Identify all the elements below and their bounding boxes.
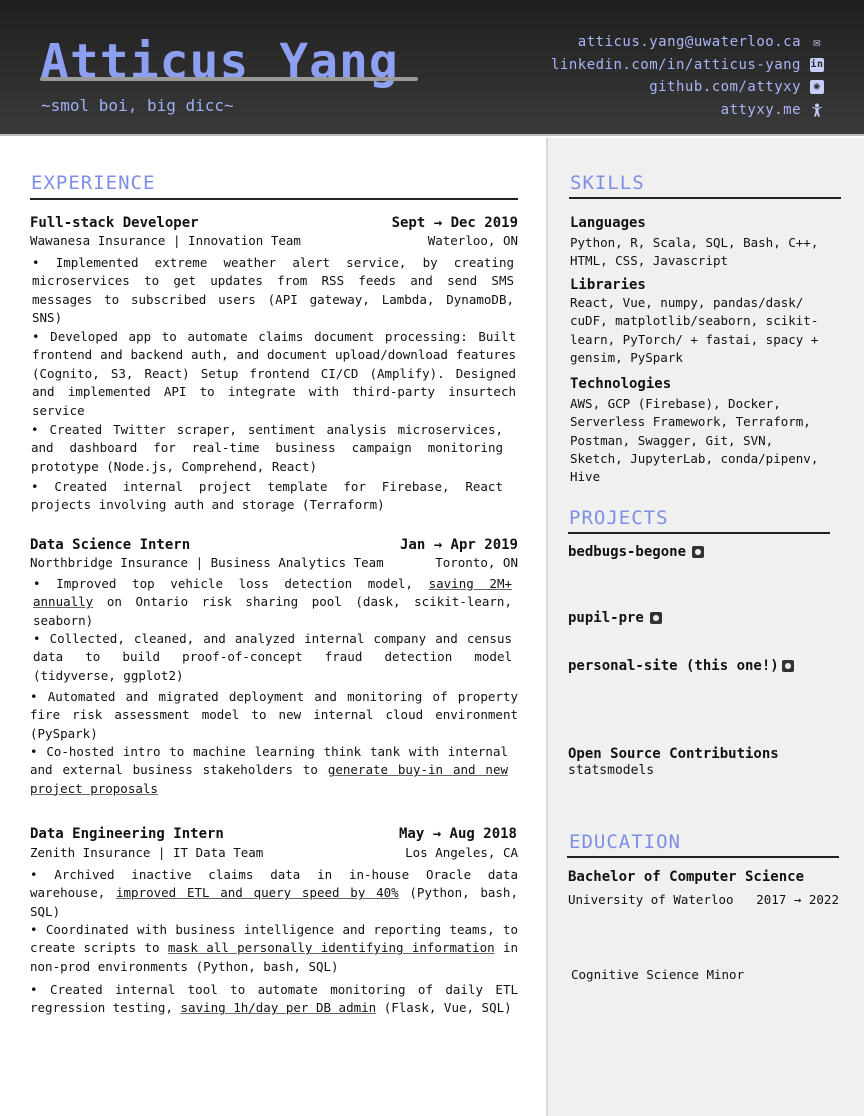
person-icon-svg [812,103,822,117]
job-location: Waterloo, ON [427,233,518,248]
contact-email-text[interactable]: atticus.yang@uwaterloo.ca [578,34,801,50]
bullet-text: • Improved top vehicle loss detection mo… [33,576,429,591]
skills-rule [569,197,841,199]
experience-title: EXPERIENCE [31,172,156,194]
contact-website[interactable]: attyxy.me [551,99,824,122]
job-role: Data Science Intern [30,537,191,553]
resume-header: Atticus Yang ~smol boi, big dicc~ atticu… [0,0,864,136]
job-bullet: • Collected, cleaned, and analyzed inter… [33,631,512,683]
job-bullet: • Created internal project template for … [31,479,503,513]
projects-title: PROJECTS [569,507,669,529]
job-dates: Sept → Dec 2019 [391,215,518,231]
job-location: Toronto, ON [435,555,518,570]
degree-title: Bachelor of Computer Science [568,869,805,885]
project-name[interactable]: pupil-pre [568,610,644,626]
job-bullet: • Created internal tool to automate moni… [30,981,518,1018]
job-role: Full-stack Developer [30,215,199,231]
skill-group-list: React, Vue, numpy, pandas/dask/ cuDF, ma… [570,295,819,365]
github-icon: ◉ [810,80,824,95]
linkedin-icon: in [810,57,824,72]
oss-item: statsmodels [568,763,655,778]
project-name[interactable]: personal-site (this one!) [568,658,779,674]
job-company: Zenith Insurance | IT Data Team [30,845,264,860]
person-icon [810,103,824,117]
job-bullet: • Co-hosted intro to machine learning th… [30,743,508,798]
job-bullet: • Automated and migrated deployment and … [30,689,518,741]
name-underline [40,77,418,81]
project-item[interactable]: bedbugs-begone [568,544,705,560]
skill-group-heading: Technologies [570,376,672,392]
job-company: Wawanesa Insurance | Innovation Team [30,233,301,248]
job-role: Data Engineering Intern [30,826,224,842]
contact-list: atticus.yang@uwaterloo.ca ✉ linkedin.com… [551,31,824,121]
skill-group-list: Python, R, Scala, SQL, Bash, C++, HTML, … [570,235,819,269]
contact-github[interactable]: github.com/attyxy ◉ [551,76,824,99]
contact-linkedin[interactable]: linkedin.com/in/atticus-yang in [551,54,824,77]
oss-heading: Open Source Contributions [568,746,779,762]
job-bullet: • Developed app to automate claims docum… [32,329,516,418]
job-bullet: • Coordinated with business intelligence… [30,921,518,976]
project-item[interactable]: personal-site (this one!) [568,658,794,674]
project-name[interactable]: bedbugs-begone [568,544,686,560]
job-dates: May → Aug 2018 [398,826,517,842]
contact-linkedin-text[interactable]: linkedin.com/in/atticus-yang [551,57,801,73]
skill-group-list: AWS, GCP (Firebase), Docker, Serverless … [570,396,819,485]
envelope-icon: ✉ [813,35,821,50]
projects-rule [568,532,830,534]
experience-rule [30,198,518,200]
bullet-highlight: improved ETL and query speed by 40% [116,885,399,901]
github-icon[interactable] [692,546,705,558]
contact-website-text[interactable]: attyxy.me [721,102,801,118]
job-bullet: • Archived inactive claims data in in-ho… [30,866,518,921]
education-rule [567,856,839,858]
resume-tagline: ~smol boi, big dicc~ [41,96,234,115]
job-location: Los Angeles, CA [405,845,518,860]
bullet-highlight: mask all personally identifying informat… [167,940,495,956]
job-company: Northbridge Insurance | Business Analyti… [30,555,384,570]
education-title: EDUCATION [569,831,681,853]
github-icon[interactable] [649,612,662,624]
job-bullet: • Improved top vehicle loss detection mo… [33,575,512,630]
contact-email[interactable]: atticus.yang@uwaterloo.ca ✉ [551,31,824,54]
bullet-text: on Ontario risk sharing pool (dask, scik… [33,594,512,628]
job-dates: Jan → Apr 2019 [399,537,518,553]
bullet-text: (Flask, Vue, SQL) [376,1000,512,1016]
resume-name: Atticus Yang [40,34,399,90]
project-item[interactable]: pupil-pre [568,610,662,626]
skills-title: SKILLS [570,172,645,194]
education-years: 2017 → 2022 [756,892,839,907]
skill-group-heading: Languages [570,215,646,231]
school-name: University of Waterloo [568,892,734,907]
job-bullet: • Created Twitter scraper, sentiment ana… [31,422,503,474]
job-bullet: • Implemented extreme weather alert serv… [32,255,514,326]
education-minor: Cognitive Science Minor [571,967,745,982]
contact-github-text[interactable]: github.com/attyxy [649,79,801,95]
github-icon[interactable] [781,660,794,672]
bullet-highlight: saving 1h/day per DB admin [180,1000,377,1016]
skill-group-heading: Libraries [570,277,646,293]
